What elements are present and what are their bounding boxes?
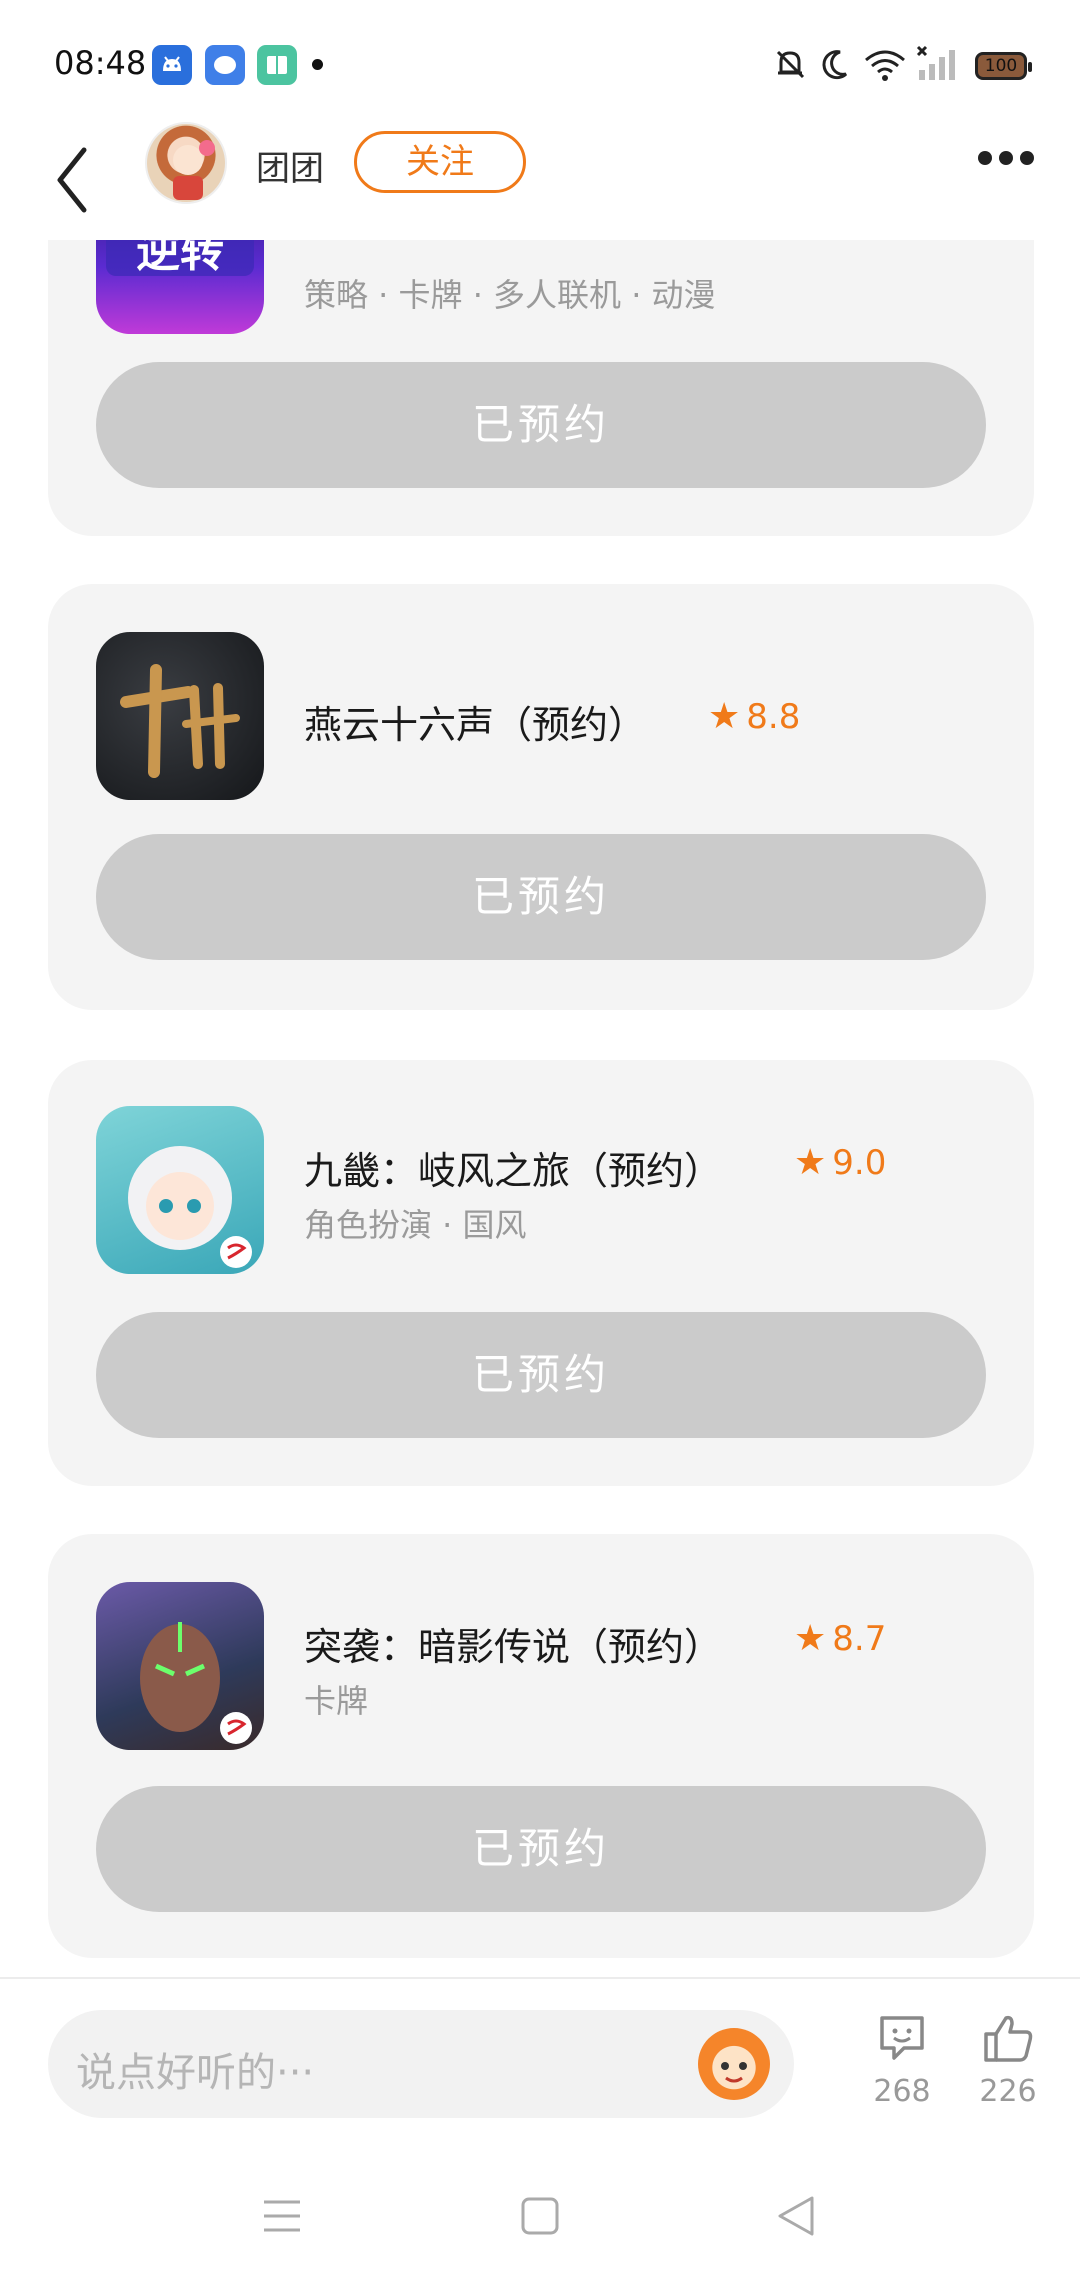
svg-text:逆转: 逆转	[136, 240, 224, 277]
star-icon: ★	[794, 1142, 827, 1183]
game-icon[interactable]: 逆转	[96, 240, 264, 334]
more-dot-icon	[999, 151, 1013, 165]
thumbs-up-icon	[984, 2015, 1033, 2062]
comment-count: 268	[873, 2074, 931, 2109]
divider	[0, 1977, 1080, 1979]
reserved-button[interactable]: 已预约	[96, 834, 986, 960]
star-icon: ★	[708, 696, 741, 737]
game-list[interactable]: 逆转 策略 · 卡牌 · 多人联机 · 动漫 已预约 燕云十六声（预约） ★ 8.…	[0, 240, 1080, 1978]
rating-value: 9.0	[832, 1143, 887, 1183]
moon-icon	[822, 50, 848, 80]
game-rating: ★ 8.8	[708, 696, 800, 737]
game-icon[interactable]	[96, 632, 264, 800]
game-card[interactable]: 九畿：岐风之旅（预约） ★ 9.0 角色扮演 · 国风 已预约	[48, 1060, 1034, 1486]
game-tags: 卡牌	[304, 1682, 369, 1720]
reserved-button[interactable]: 已预约	[96, 1786, 986, 1912]
game-tags: 角色扮演 · 国风	[304, 1206, 527, 1244]
rating-value: 8.8	[746, 697, 801, 737]
username[interactable]: 团团	[256, 141, 324, 190]
more-options-button[interactable]	[978, 150, 1042, 174]
status-time: 08:48	[54, 44, 147, 82]
follow-button[interactable]: 关注	[354, 131, 526, 193]
mute-bell-icon	[776, 50, 805, 79]
game-title[interactable]: 燕云十六声（预约）	[304, 694, 646, 749]
game-card[interactable]: 突袭：暗影传说（预约） ★ 8.7 卡牌 已预约	[48, 1534, 1034, 1958]
android-icon	[152, 45, 192, 85]
book-app-icon	[257, 45, 297, 85]
mascot-emoji-icon[interactable]	[698, 2028, 770, 2100]
status-bar: 08:48 100	[0, 0, 1080, 120]
game-icon[interactable]	[96, 1582, 264, 1750]
star-icon: ★	[794, 1618, 827, 1659]
comment-input[interactable]: 说点好听的···	[48, 2010, 794, 2118]
avatar[interactable]	[145, 122, 227, 204]
game-tags: 策略 · 卡牌 · 多人联机 · 动漫	[304, 276, 716, 314]
game-rating: ★ 8.7	[794, 1618, 886, 1659]
menu-nav-icon[interactable]	[262, 2198, 302, 2234]
reserved-button[interactable]: 已预约	[96, 362, 986, 488]
signal-icon	[916, 45, 955, 80]
more-dot-icon	[1020, 151, 1034, 165]
game-rating: ★ 9.0	[794, 1142, 886, 1183]
back-button[interactable]	[50, 142, 94, 218]
comment-button[interactable]: 268	[862, 2010, 942, 2109]
message-app-icon	[205, 45, 245, 85]
more-dot-icon	[978, 151, 992, 165]
wifi-icon	[865, 50, 905, 81]
game-card[interactable]: 逆转 策略 · 卡牌 · 多人联机 · 动漫 已预约	[48, 240, 1034, 536]
battery-icon: 100	[975, 52, 1032, 80]
reserved-button[interactable]: 已预约	[96, 1312, 986, 1438]
game-title[interactable]: 突袭：暗影传说（预约）	[304, 1616, 722, 1671]
rating-value: 8.7	[832, 1619, 887, 1659]
battery-level: 100	[984, 56, 1018, 76]
system-nav-bar	[0, 2150, 1080, 2280]
comment-icon	[880, 2016, 924, 2060]
like-count: 226	[979, 2074, 1037, 2109]
comment-placeholder: 说点好听的···	[76, 2050, 315, 2096]
game-icon[interactable]	[96, 1106, 264, 1274]
game-card[interactable]: 燕云十六声（预约） ★ 8.8 已预约	[48, 584, 1034, 1010]
back-nav-icon[interactable]	[776, 2194, 816, 2238]
notification-dot	[312, 59, 323, 70]
like-button[interactable]: 226	[968, 2010, 1048, 2109]
home-nav-icon[interactable]	[520, 2196, 560, 2236]
game-title[interactable]: 九畿：岐风之旅（预约）	[304, 1140, 722, 1195]
